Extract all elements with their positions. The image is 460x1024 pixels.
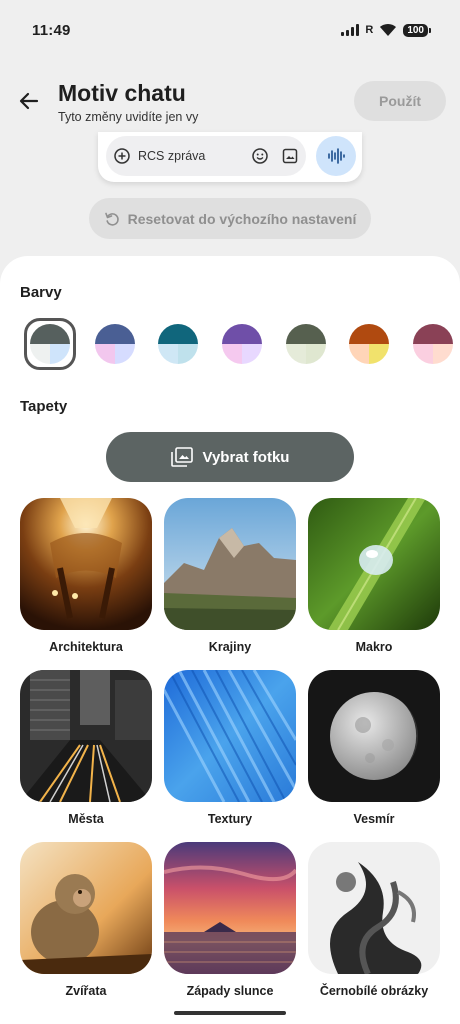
network-type-label: R (365, 24, 374, 36)
reset-to-default-button[interactable]: Resetovat do výchozího nastavení (89, 198, 371, 239)
apply-button[interactable]: Použít (354, 81, 446, 121)
wallpaper-label: Vesmír (353, 812, 395, 826)
color-swatch-6[interactable] (349, 324, 389, 364)
wallpaper-tile-architecture[interactable]: Architektura (20, 498, 152, 654)
add-icon[interactable] (114, 148, 130, 164)
wallpaper-tile-space[interactable]: Vesmír (308, 670, 440, 826)
wallpaper-tile-sunsets[interactable]: Západy slunce (164, 842, 296, 998)
signal-icon (341, 24, 360, 36)
theme-sheet: Barvy Tapety Vybrat fotku Architektura K… (0, 256, 460, 1024)
status-bar: 11:49 R 100 (0, 0, 460, 60)
color-swatch-4[interactable] (222, 324, 262, 364)
reset-icon (104, 212, 119, 226)
wallpaper-tile-macro[interactable]: Makro (308, 498, 440, 654)
colors-section-title: Barvy (20, 284, 62, 301)
wallpaper-label: Textury (207, 812, 253, 826)
animals-thumbnail (20, 842, 152, 974)
wallpapers-section-title: Tapety (20, 398, 68, 415)
macro-thumbnail (308, 498, 440, 630)
color-swatch-3[interactable] (158, 324, 198, 364)
wallpaper-tile-landscapes[interactable]: Krajiny (164, 498, 296, 654)
gallery-icon[interactable] (282, 148, 298, 164)
battery-icon: 100 (403, 23, 431, 37)
wallpaper-label: Černobílé obrázky (319, 984, 429, 998)
page-subtitle: Tyto změny uvidíte jen vy (58, 110, 199, 124)
architecture-thumbnail (20, 498, 152, 630)
black-and-white-thumbnail (308, 842, 440, 974)
textures-thumbnail (164, 670, 296, 802)
wallpaper-tile-black-and-white[interactable]: Černobílé obrázky (308, 842, 440, 998)
status-time: 11:49 (32, 21, 71, 39)
color-swatch-7[interactable] (413, 324, 453, 364)
wallpaper-tile-textures[interactable]: Textury (164, 670, 296, 826)
chat-preview: RCS zpráva (98, 132, 362, 182)
compose-field[interactable]: RCS zpráva (106, 136, 306, 176)
pick-photo-button[interactable]: Vybrat fotku (106, 432, 354, 482)
photo-library-icon (170, 447, 193, 467)
color-swatch-1[interactable] (30, 324, 70, 364)
wallpaper-label: Západy slunce (186, 984, 274, 998)
page-title: Motiv chatu (58, 80, 186, 106)
wallpaper-label: Krajiny (208, 640, 252, 654)
app-header: Motiv chatu Tyto změny uvidíte jen vy Po… (0, 74, 460, 134)
waveform-icon (328, 148, 345, 164)
compose-placeholder: RCS zpráva (138, 149, 206, 163)
landscapes-thumbnail (164, 498, 296, 630)
wifi-icon (380, 23, 397, 36)
sunsets-thumbnail (164, 842, 296, 974)
cities-thumbnail (20, 670, 152, 802)
space-thumbnail (308, 670, 440, 802)
wallpaper-label: Zvířata (65, 984, 107, 998)
wallpaper-tile-animals[interactable]: Zvířata (20, 842, 152, 998)
wallpaper-label: Města (68, 812, 104, 826)
status-icons: R 100 (341, 23, 431, 37)
home-indicator (174, 1011, 286, 1015)
wallpaper-label: Architektura (49, 640, 123, 654)
wallpaper-label: Makro (355, 640, 393, 654)
wallpaper-tile-cities[interactable]: Města (20, 670, 152, 826)
voice-message-button[interactable] (316, 136, 356, 176)
emoji-icon[interactable] (252, 148, 268, 164)
back-arrow-icon (19, 92, 39, 110)
color-swatch-2[interactable] (95, 324, 135, 364)
pick-photo-label: Vybrat fotku (202, 448, 290, 466)
color-swatch-5[interactable] (286, 324, 326, 364)
reset-label: Resetovat do výchozího nastavení (127, 210, 357, 227)
back-button[interactable] (14, 86, 44, 116)
